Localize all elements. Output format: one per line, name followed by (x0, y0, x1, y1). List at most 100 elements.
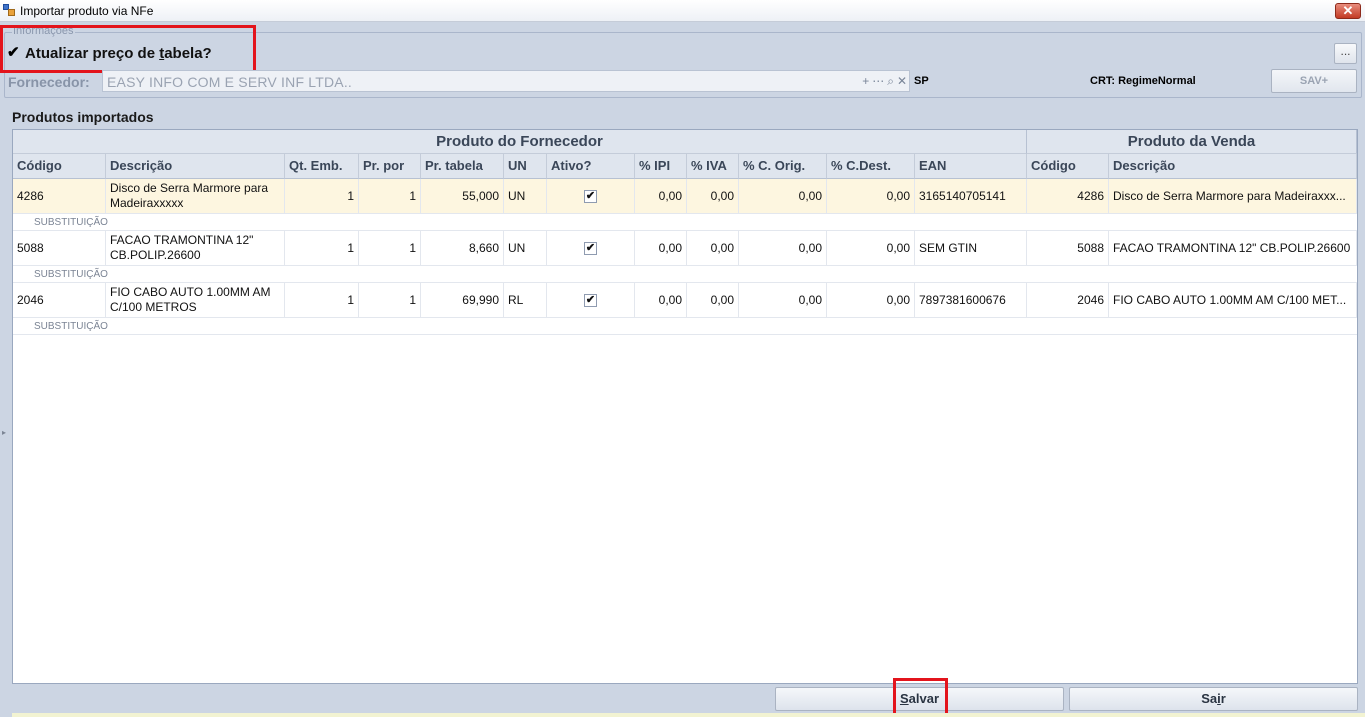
col-c-dest-header[interactable]: % C.Dest. (827, 154, 915, 179)
col-pr-tabela-header[interactable]: Pr. tabela (421, 154, 504, 179)
cell-qt-emb[interactable]: 1 (285, 179, 359, 214)
cell-venda-descricao[interactable]: FIO CABO AUTO 1.00MM AM C/100 MET... (1109, 283, 1357, 318)
cell-iva[interactable]: 0,00 (687, 231, 739, 266)
cell-iva[interactable]: 0,00 (687, 283, 739, 318)
search-icon[interactable]: ⌕ (887, 74, 894, 88)
cell-text: 0,00 (886, 240, 910, 255)
cell-c-orig[interactable]: 0,00 (739, 283, 827, 318)
cell-venda-descricao[interactable]: Disco de Serra Marmore para Madeiraxxx..… (1109, 179, 1357, 214)
cell-pr-tabela[interactable]: 55,000 (421, 179, 504, 214)
supplier-field[interactable]: EASY INFO COM E SERV INF LTDA.. + ⋯ ⌕ ✕ (102, 70, 910, 92)
cell-text: 2046 (17, 292, 44, 307)
cell-ean[interactable]: 7897381600676 (915, 283, 1027, 318)
cell-text: SEM GTIN (919, 240, 978, 255)
cell-text: Disco de Serra Marmore para Madeiraxxxxx (110, 181, 269, 210)
cell-text: 0,00 (658, 240, 682, 255)
cell-pr-tabela[interactable]: 8,660 (421, 231, 504, 266)
col-c-orig-header[interactable]: % C. Orig. (739, 154, 827, 179)
substitution-row[interactable]: SUBSTITUIÇÃO (13, 266, 1357, 283)
cell-codigo[interactable]: 5088 (13, 231, 106, 266)
cell-text: Disco de Serra Marmore para Madeiraxxx..… (1113, 188, 1346, 203)
cell-pr-tabela[interactable]: 69,990 (421, 283, 504, 318)
cell-venda-codigo[interactable]: 2046 (1027, 283, 1109, 318)
active-checkbox[interactable]: ✔ (584, 241, 597, 255)
cell-iva[interactable]: 0,00 (687, 179, 739, 214)
cell-venda-codigo[interactable]: 5088 (1027, 231, 1109, 266)
cell-c-dest[interactable]: 0,00 (827, 283, 915, 318)
cell-text: 0,00 (798, 240, 822, 255)
cell-ipi[interactable]: 0,00 (635, 283, 687, 318)
cell-venda-descricao[interactable]: FACAO TRAMONTINA 12" CB.POLIP.26600 (1109, 231, 1357, 266)
status-bar (12, 713, 1365, 717)
sav-button[interactable]: SAV+ (1271, 69, 1357, 93)
cell-text: 0,00 (658, 188, 682, 203)
cell-text: 8,660 (468, 240, 499, 255)
cell-text: 0,00 (798, 292, 822, 307)
app-icon (3, 4, 15, 16)
collapse-arrow-icon[interactable]: ▸ (2, 428, 6, 437)
cell-c-orig[interactable]: 0,00 (739, 179, 827, 214)
supplier-value: EASY INFO COM E SERV INF LTDA.. (107, 74, 353, 90)
cell-ativo[interactable]: ✔ (547, 231, 635, 266)
cell-text: FACAO TRAMONTINA 12" CB.POLIP.26600 (1113, 240, 1351, 255)
col-ativo-header[interactable]: Ativo? (547, 154, 635, 179)
products-grid[interactable]: Produto do Fornecedor Produto da Venda C… (12, 129, 1358, 684)
col-qt-emb-header[interactable]: Qt. Emb. (285, 154, 359, 179)
add-icon[interactable]: + (862, 74, 869, 88)
cell-pr-por[interactable]: 1 (359, 179, 421, 214)
cell-qt-emb[interactable]: 1 (285, 283, 359, 318)
substitution-row[interactable]: SUBSTITUIÇÃO (13, 214, 1357, 231)
cell-codigo[interactable]: 4286 (13, 179, 106, 214)
cell-text: 1 (347, 240, 354, 255)
cell-pr-por[interactable]: 1 (359, 283, 421, 318)
cell-text: 1 (409, 188, 416, 203)
cell-descricao[interactable]: FACAO TRAMONTINA 12" CB.POLIP.26600 (106, 231, 285, 266)
cell-ean[interactable]: SEM GTIN (915, 231, 1027, 266)
col-venda-descricao-header[interactable]: Descrição (1109, 154, 1357, 179)
cell-descricao[interactable]: Disco de Serra Marmore para Madeiraxxxxx (106, 179, 285, 214)
cell-ipi[interactable]: 0,00 (635, 179, 687, 214)
col-pr-por-header[interactable]: Pr. por (359, 154, 421, 179)
cell-ean[interactable]: 3165140705141 (915, 179, 1027, 214)
window-title: Importar produto via NFe (20, 4, 154, 18)
col-descricao-header[interactable]: Descrição (106, 154, 285, 179)
active-checkbox[interactable]: ✔ (584, 189, 597, 203)
cell-text: 4286 (1077, 188, 1104, 203)
cell-text: 0,00 (658, 292, 682, 307)
cell-ipi[interactable]: 0,00 (635, 231, 687, 266)
cell-text: 3165140705141 (919, 188, 1006, 203)
cell-text: UN (508, 240, 526, 255)
cell-text: 4286 (17, 188, 44, 203)
cell-codigo[interactable]: 2046 (13, 283, 106, 318)
more-icon[interactable]: ⋯ (872, 74, 884, 88)
cell-ativo[interactable]: ✔ (547, 283, 635, 318)
cell-venda-codigo[interactable]: 4286 (1027, 179, 1109, 214)
highlight-box (893, 678, 948, 717)
col-un-header[interactable]: UN (504, 154, 547, 179)
cell-c-dest[interactable]: 0,00 (827, 179, 915, 214)
col-ean-header[interactable]: EAN (915, 154, 1027, 179)
more-options-button[interactable]: ... (1334, 43, 1357, 64)
close-button[interactable]: ✕ (1335, 3, 1361, 19)
exit-button[interactable]: Sair (1069, 687, 1358, 711)
cell-un[interactable]: UN (504, 231, 547, 266)
cell-descricao[interactable]: FIO CABO AUTO 1.00MM AM C/100 METROS (106, 283, 285, 318)
col-ipi-header[interactable]: % IPI (635, 154, 687, 179)
cell-text: RL (508, 292, 524, 307)
col-codigo-header[interactable]: Código (13, 154, 106, 179)
cell-text: 7897381600676 (919, 292, 1006, 307)
cell-un[interactable]: UN (504, 179, 547, 214)
cell-un[interactable]: RL (504, 283, 547, 318)
col-iva-header[interactable]: % IVA (687, 154, 739, 179)
cell-c-orig[interactable]: 0,00 (739, 231, 827, 266)
cell-qt-emb[interactable]: 1 (285, 231, 359, 266)
active-checkbox[interactable]: ✔ (584, 293, 597, 307)
cell-text: FIO CABO AUTO 1.00MM AM C/100 METROS (110, 285, 271, 314)
cell-ativo[interactable]: ✔ (547, 179, 635, 214)
clear-icon[interactable]: ✕ (897, 74, 907, 88)
cell-pr-por[interactable]: 1 (359, 231, 421, 266)
cell-c-dest[interactable]: 0,00 (827, 231, 915, 266)
cell-text: 1 (409, 240, 416, 255)
col-venda-codigo-header[interactable]: Código (1027, 154, 1109, 179)
substitution-row[interactable]: SUBSTITUIÇÃO (13, 318, 1357, 335)
